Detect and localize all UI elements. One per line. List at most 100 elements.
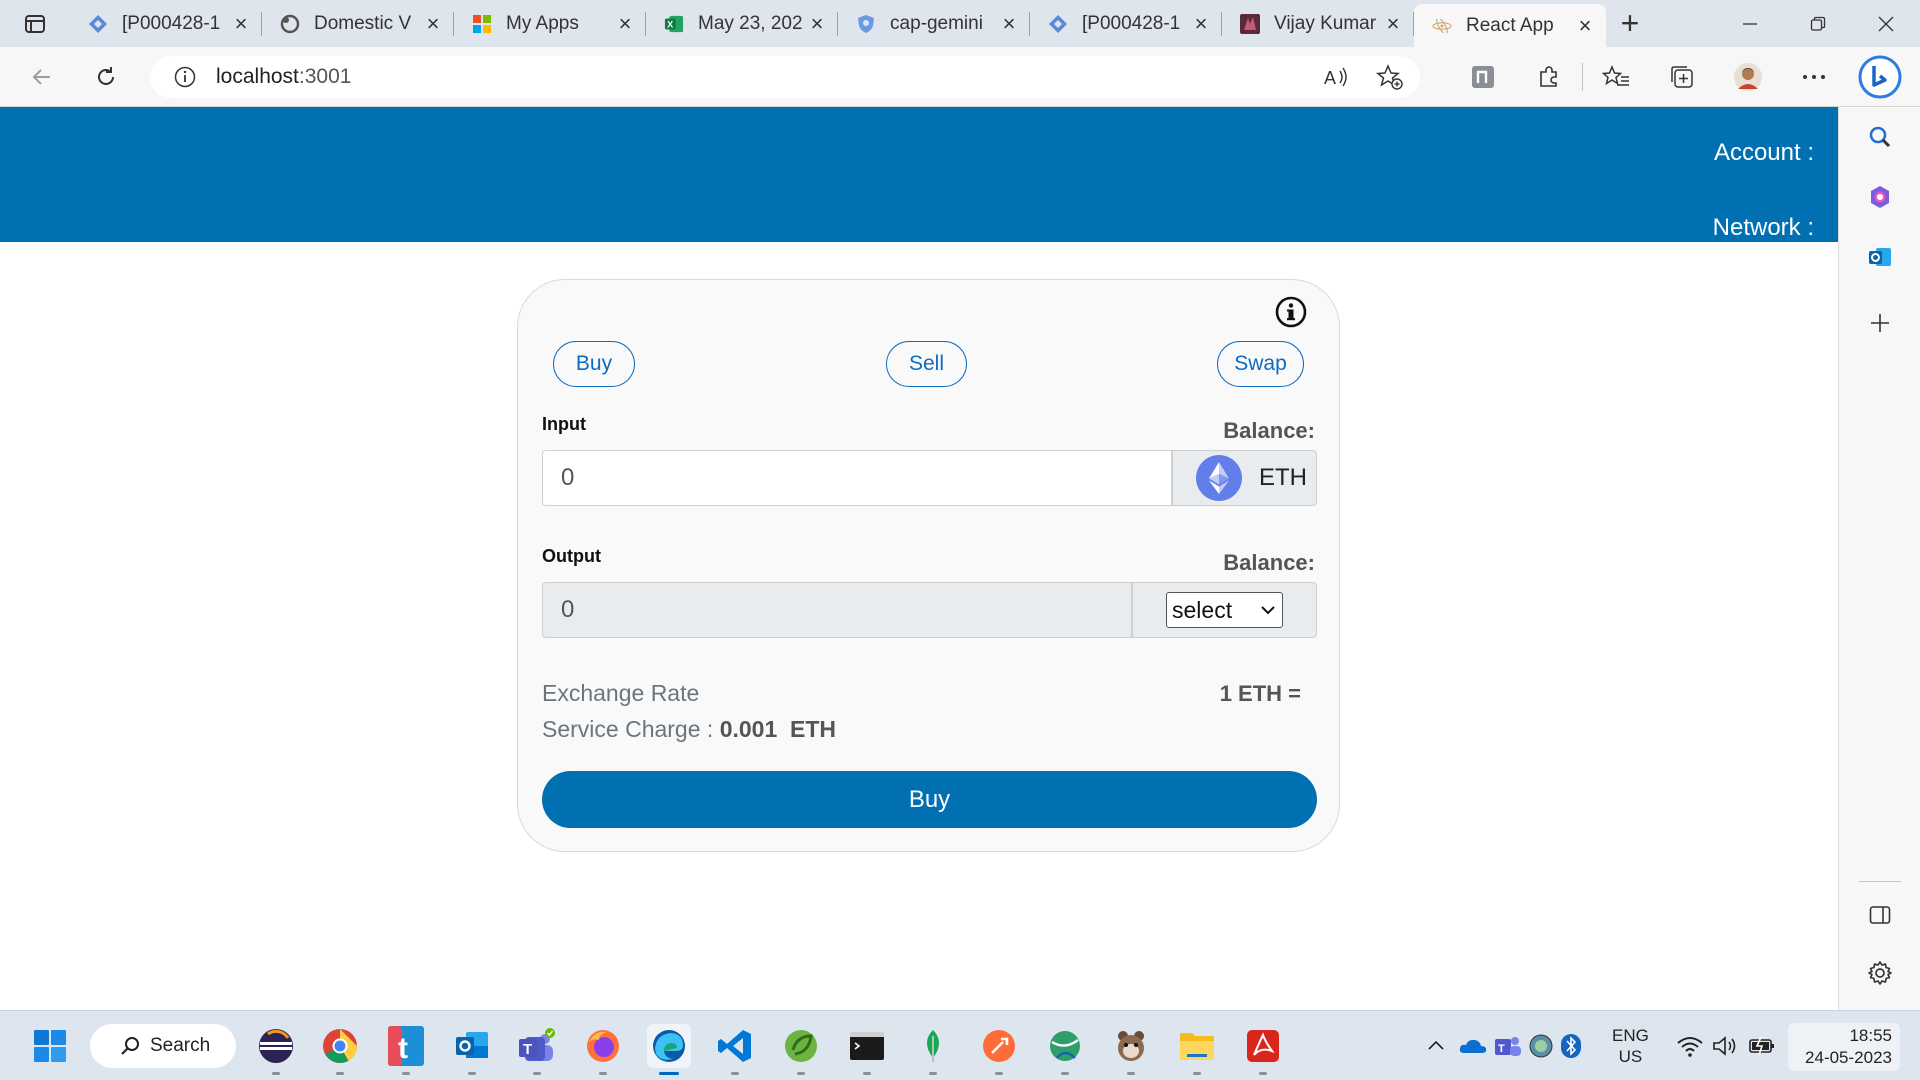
taskbar-teams[interactable]: T <box>515 1024 559 1075</box>
github-icon <box>280 14 300 34</box>
new-tab-button[interactable]: + <box>1606 0 1654 47</box>
network-label: Network : <box>1712 214 1814 241</box>
taskbar-dbeaver[interactable] <box>1109 1024 1153 1075</box>
service-charge-value: 0.001 <box>719 716 778 742</box>
vpn-globe-icon[interactable] <box>1528 1033 1554 1059</box>
browser-tab[interactable]: cap-gemini × <box>838 0 1030 47</box>
jira-icon <box>1048 14 1068 34</box>
browser-tab[interactable]: Domestic V × <box>262 0 454 47</box>
running-indicator <box>272 1072 280 1075</box>
taskbar-file-explorer[interactable] <box>1175 1024 1219 1075</box>
notion-extension-button[interactable] <box>1450 47 1516 107</box>
taskbar-firefox[interactable] <box>581 1024 625 1075</box>
onedrive-icon[interactable] <box>1458 1034 1488 1058</box>
info-icon[interactable] <box>1275 296 1307 328</box>
tab-title: cap-gemini <box>890 12 983 34</box>
sidebar-add-button[interactable] <box>1839 303 1920 343</box>
sidebar-search-button[interactable] <box>1839 117 1920 157</box>
running-indicator <box>533 1072 541 1075</box>
chevron-up-icon[interactable] <box>1424 1034 1448 1058</box>
sidebar-copilot-button[interactable] <box>1839 177 1920 217</box>
bing-copilot-button[interactable] <box>1847 47 1913 107</box>
tab-actions-button[interactable] <box>0 0 70 47</box>
close-tab-icon[interactable]: × <box>424 12 442 34</box>
avatar <box>1734 63 1762 91</box>
exchange-rate-label: Exchange Rate <box>542 680 700 706</box>
taskbar-teams-classic[interactable]: t <box>384 1024 428 1075</box>
profile-icon <box>1240 13 1260 34</box>
close-tab-icon[interactable]: × <box>808 12 826 34</box>
app-header: Account : Network : <box>0 107 1838 242</box>
clock-date: 24-05-2023 <box>1805 1048 1892 1067</box>
tab-sell-button[interactable]: Sell <box>886 341 967 387</box>
taskbar-terminal[interactable] <box>845 1024 889 1075</box>
language-indicator[interactable]: ENG US <box>1612 1025 1649 1067</box>
read-aloud-icon[interactable]: A <box>1322 63 1350 91</box>
taskbar-vscode[interactable] <box>713 1024 757 1075</box>
clock-time: 18:55 <box>1849 1026 1892 1045</box>
wifi-icon <box>1677 1037 1703 1057</box>
sidebar-outlook-button[interactable] <box>1839 237 1920 277</box>
taskbar-spring-tool[interactable] <box>779 1024 823 1075</box>
close-tab-icon[interactable]: × <box>1576 14 1594 36</box>
tab-buy-button[interactable]: Buy <box>553 341 635 387</box>
more-icon <box>1803 75 1825 79</box>
plus-icon: + <box>1620 5 1640 41</box>
url-port: :3001 <box>298 65 352 88</box>
input-amount-field[interactable]: 0 <box>542 450 1172 506</box>
running-indicator <box>995 1072 1003 1075</box>
output-token-addon: select <box>1132 582 1317 638</box>
start-button[interactable] <box>28 1024 72 1068</box>
site-info-icon[interactable] <box>174 66 196 88</box>
taskbar-acrobat[interactable] <box>1241 1024 1285 1075</box>
profile-button[interactable] <box>1715 47 1781 107</box>
taskbar-search[interactable]: Search <box>90 1024 236 1068</box>
close-tab-icon[interactable]: × <box>1384 12 1402 34</box>
close-tab-icon[interactable]: × <box>1000 12 1018 34</box>
taskbar-clock[interactable]: 18:55 24-05-2023 <box>1788 1023 1900 1071</box>
account-label: Account : <box>1713 139 1814 166</box>
sidebar-toggle-button[interactable] <box>1839 895 1920 935</box>
close-tab-icon[interactable]: × <box>232 12 250 34</box>
svg-text:X: X <box>667 19 673 29</box>
browser-tab[interactable]: My Apps × <box>454 0 646 47</box>
taskbar-eclipse[interactable] <box>254 1024 298 1075</box>
quick-settings[interactable] <box>1676 1011 1776 1080</box>
more-options-button[interactable] <box>1781 47 1847 107</box>
browser-tab-active[interactable]: React App × <box>1414 4 1606 47</box>
close-tab-icon[interactable]: × <box>1192 12 1210 34</box>
browser-tab[interactable]: [P000428-1 × <box>1030 0 1222 47</box>
tab-swap-button[interactable]: Swap <box>1217 341 1304 387</box>
back-button[interactable] <box>10 47 74 107</box>
minimize-button[interactable] <box>1716 0 1784 47</box>
teams-tray-icon[interactable]: T <box>1494 1034 1522 1058</box>
taskbar-outlook[interactable] <box>450 1024 494 1075</box>
minimize-icon <box>1743 22 1757 25</box>
taskbar-chrome[interactable] <box>318 1024 362 1075</box>
restore-button[interactable] <box>1784 0 1852 47</box>
taskbar-globe-app[interactable] <box>1043 1024 1087 1075</box>
taskbar-postman[interactable] <box>977 1024 1021 1075</box>
browser-tab[interactable]: X May 23, 202 × <box>646 0 838 47</box>
sidebar-settings-button[interactable] <box>1839 953 1920 993</box>
browser-tab[interactable]: [P000428-1 × <box>70 0 262 47</box>
output-token-select[interactable]: select <box>1166 592 1283 628</box>
add-favorite-icon[interactable] <box>1376 63 1404 91</box>
microsoft-icon <box>472 14 492 34</box>
bluetooth-icon[interactable] <box>1560 1033 1582 1059</box>
extensions-button[interactable] <box>1516 47 1582 107</box>
close-window-button[interactable] <box>1852 0 1920 47</box>
taskbar-mongodb[interactable] <box>911 1024 955 1075</box>
collections-button[interactable] <box>1649 47 1715 107</box>
buy-submit-button[interactable]: Buy <box>542 771 1317 828</box>
refresh-button[interactable] <box>74 47 138 107</box>
browser-tab[interactable]: Vijay Kumar × <box>1222 0 1414 47</box>
taskbar-edge[interactable] <box>647 1024 691 1075</box>
favorites-button[interactable] <box>1583 47 1649 107</box>
address-bar[interactable]: localhost:3001 A <box>150 56 1420 98</box>
taskbar-search-label: Search <box>150 1035 211 1056</box>
service-charge-label: Service Charge : <box>542 716 714 742</box>
close-tab-icon[interactable]: × <box>616 12 634 34</box>
tab-title: Domestic V <box>314 12 412 34</box>
running-indicator <box>731 1072 739 1075</box>
